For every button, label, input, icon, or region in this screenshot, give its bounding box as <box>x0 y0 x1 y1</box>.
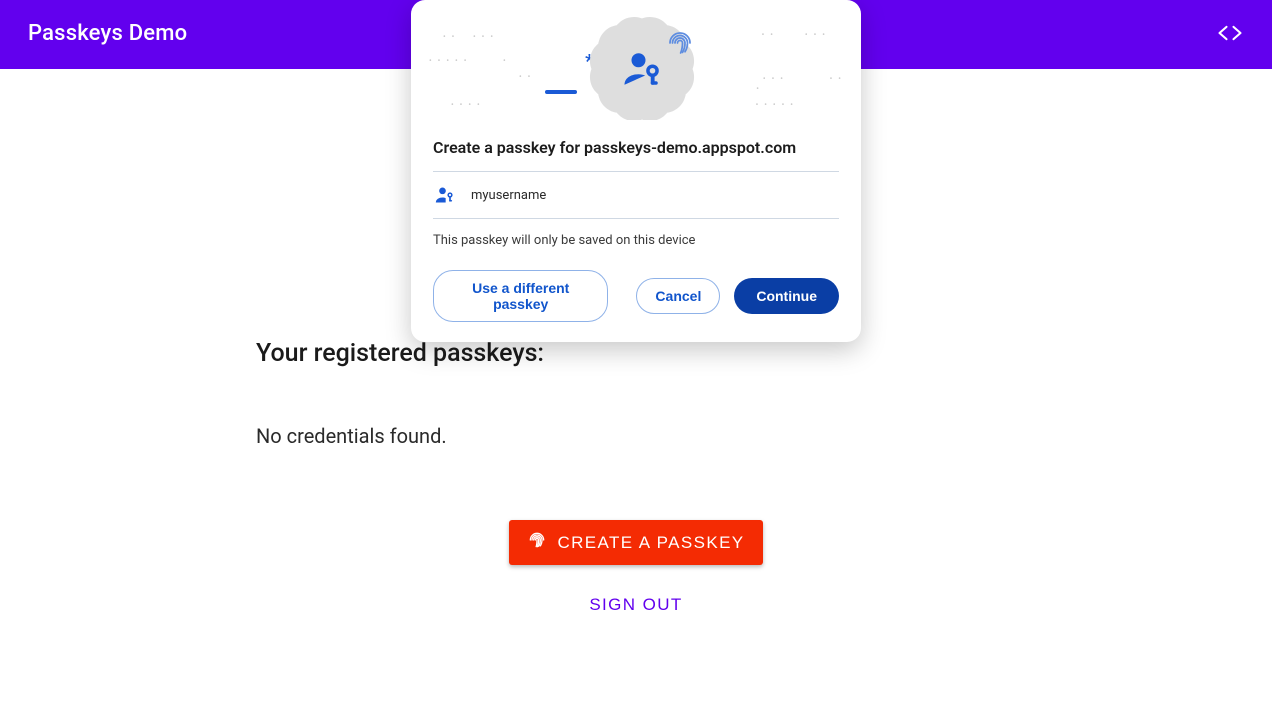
decorative-dots: • • <box>762 30 775 39</box>
dialog-body: Create a passkey for passkeys-demo.appsp… <box>411 138 861 322</box>
use-different-passkey-button[interactable]: Use a different passkey <box>433 270 608 322</box>
code-icon[interactable] <box>1216 23 1244 43</box>
decorative-dots: • <box>503 56 508 65</box>
decorative-dots: • • <box>830 74 843 83</box>
decorative-dots: • • • <box>763 74 785 83</box>
passkey-person-icon <box>621 48 663 94</box>
illustration-center: *** <box>585 24 687 114</box>
sign-out-button[interactable]: SIGN OUT <box>589 595 682 615</box>
create-passkey-button[interactable]: CREATE A PASSKEY <box>509 520 762 565</box>
decorative-dots: • • • • • <box>429 56 468 65</box>
decorative-dots: • • • <box>805 30 827 39</box>
app-title: Passkeys Demo <box>28 21 187 46</box>
cancel-button[interactable]: Cancel <box>636 278 720 314</box>
fingerprint-icon <box>665 28 695 62</box>
dialog-illustration: • • • • • • • • • • • • • • • • • • • • … <box>411 0 861 120</box>
badge-icon <box>597 24 687 114</box>
underline-icon <box>545 90 577 94</box>
page-actions: CREATE A PASSKEY SIGN OUT <box>256 520 1016 615</box>
empty-state-text: No credentials found. <box>256 424 1016 448</box>
dialog-username: myusername <box>471 188 546 203</box>
registered-passkeys-heading: Your registered passkeys: <box>256 339 1016 368</box>
decorative-dots: • <box>756 84 761 93</box>
dialog-title: Create a passkey for passkeys-demo.appsp… <box>433 138 839 157</box>
dialog-user-row: myusername <box>433 171 839 219</box>
decorative-dots: • • • • • <box>756 100 795 109</box>
decorative-dots: • • • <box>473 32 495 41</box>
dialog-actions: Use a different passkey Cancel Continue <box>433 270 839 322</box>
create-passkey-dialog: • • • • • • • • • • • • • • • • • • • • … <box>411 0 861 342</box>
fingerprint-icon <box>527 530 547 555</box>
dialog-note: This passkey will only be saved on this … <box>433 233 839 248</box>
decorative-dots: • • <box>519 72 532 81</box>
decorative-dots: • • <box>443 32 456 41</box>
decorative-dots: • • • • <box>451 100 482 109</box>
passkey-user-icon <box>435 185 455 205</box>
create-passkey-button-label: CREATE A PASSKEY <box>557 533 744 553</box>
continue-button[interactable]: Continue <box>734 278 839 314</box>
